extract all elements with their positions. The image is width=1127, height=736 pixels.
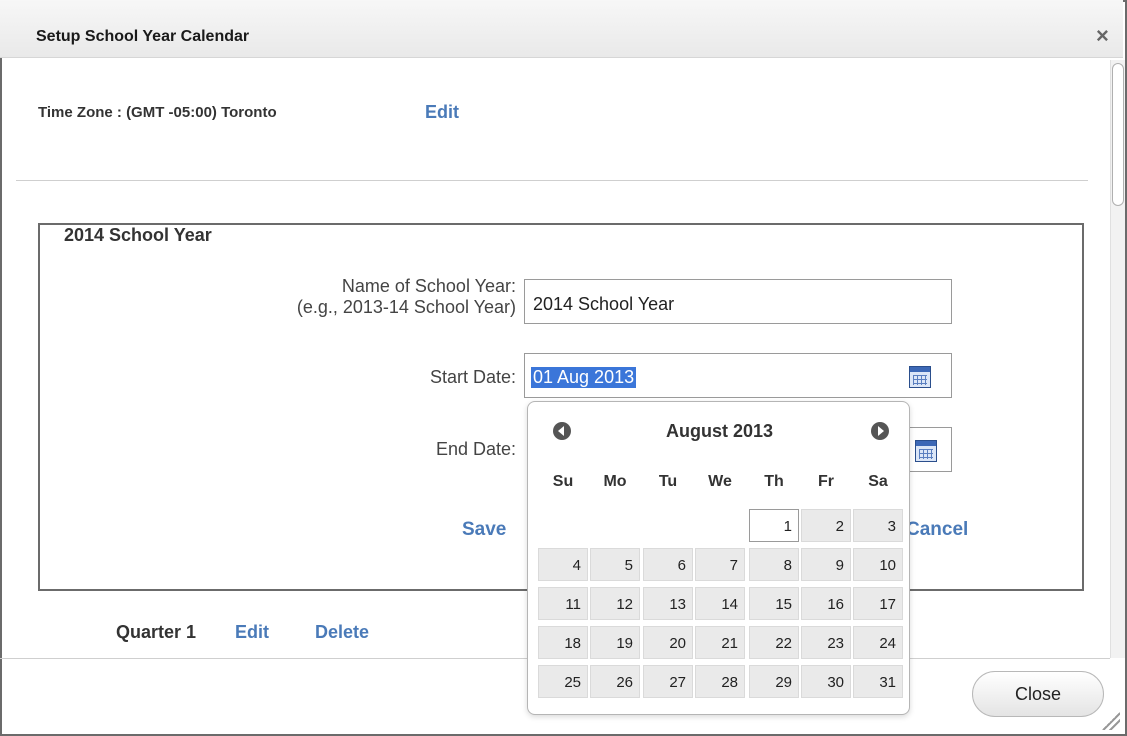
timezone-edit-link[interactable]: Edit bbox=[425, 102, 459, 123]
calendar-day[interactable]: 6 bbox=[643, 548, 693, 581]
divider bbox=[16, 180, 1088, 181]
save-link[interactable]: Save bbox=[462, 519, 506, 541]
weekday-label: Su bbox=[552, 473, 574, 490]
quarter-delete-link[interactable]: Delete bbox=[315, 622, 369, 643]
calendar-day[interactable]: 17 bbox=[853, 587, 903, 620]
quarter-label: Quarter 1 bbox=[116, 622, 197, 642]
calendar-day[interactable]: 2 bbox=[801, 509, 851, 542]
scrollbar-thumb[interactable] bbox=[1112, 63, 1124, 206]
calendar-day[interactable]: 30 bbox=[801, 665, 851, 698]
cancel-link[interactable]: Cancel bbox=[906, 519, 968, 541]
calendar-day[interactable]: 28 bbox=[695, 665, 745, 698]
start-date-value: 01 Aug 2013 bbox=[531, 367, 637, 388]
quarter-edit-link[interactable]: Edit bbox=[235, 622, 269, 643]
next-month-icon[interactable] bbox=[871, 422, 889, 440]
timezone-label: Time Zone : (GMT -05:00) Toronto bbox=[38, 104, 277, 121]
calendar-day[interactable]: 18 bbox=[538, 626, 588, 659]
calendar-day[interactable]: 16 bbox=[801, 587, 851, 620]
calendar-day[interactable]: 12 bbox=[590, 587, 640, 620]
calendar-day[interactable]: 29 bbox=[749, 665, 799, 698]
name-label-hint: (e.g., 2013-14 School Year) bbox=[296, 297, 516, 317]
weekday-label: Th bbox=[764, 473, 784, 490]
calendar-day[interactable]: 14 bbox=[695, 587, 745, 620]
calendar-day[interactable]: 1 bbox=[749, 509, 799, 542]
school-year-legend: 2014 School Year bbox=[58, 225, 218, 246]
calendar-icon[interactable] bbox=[909, 366, 931, 388]
weekday-label: Fr bbox=[818, 473, 834, 490]
calendar-icon[interactable] bbox=[915, 440, 937, 462]
datepicker-month-label: August 2013 bbox=[665, 421, 774, 441]
calendar-day[interactable]: 22 bbox=[749, 626, 799, 659]
calendar-day[interactable]: 23 bbox=[801, 626, 851, 659]
calendar-day[interactable]: 24 bbox=[853, 626, 903, 659]
calendar-day[interactable]: 10 bbox=[853, 548, 903, 581]
name-of-school-year-label: Name of School Year: (e.g., 2013-14 Scho… bbox=[200, 276, 516, 318]
end-date-label: End Date: bbox=[435, 439, 516, 459]
weekday-label: Mo bbox=[603, 473, 627, 490]
school-year-name-input[interactable]: 2014 School Year bbox=[524, 279, 952, 324]
start-date-label: Start Date: bbox=[429, 367, 516, 387]
calendar-day[interactable]: 8 bbox=[749, 548, 799, 581]
close-icon[interactable]: × bbox=[1096, 25, 1109, 47]
close-button[interactable]: Close bbox=[972, 671, 1104, 717]
calendar-day[interactable]: 3 bbox=[853, 509, 903, 542]
calendar-day[interactable]: 4 bbox=[538, 548, 588, 581]
weekday-label: Sa bbox=[868, 473, 888, 490]
calendar-day[interactable]: 9 bbox=[801, 548, 851, 581]
calendar-day[interactable]: 7 bbox=[695, 548, 745, 581]
calendar-day[interactable]: 5 bbox=[590, 548, 640, 581]
calendar-day[interactable]: 31 bbox=[853, 665, 903, 698]
calendar-day[interactable]: 21 bbox=[695, 626, 745, 659]
calendar-day[interactable]: 19 bbox=[590, 626, 640, 659]
start-date-input[interactable]: 01 Aug 2013 bbox=[524, 353, 952, 398]
dialog-title: Setup School Year Calendar bbox=[36, 28, 250, 45]
calendar-day[interactable]: 13 bbox=[643, 587, 693, 620]
dialog-titlebar: Setup School Year Calendar × bbox=[0, 0, 1123, 58]
resize-grip-icon[interactable] bbox=[1100, 710, 1120, 730]
weekday-label: We bbox=[708, 473, 732, 490]
calendar-day[interactable]: 26 bbox=[590, 665, 640, 698]
calendar-day[interactable]: 25 bbox=[538, 665, 588, 698]
calendar-day[interactable]: 20 bbox=[643, 626, 693, 659]
weekday-label: Tu bbox=[658, 473, 678, 490]
name-label-text: Name of School Year: bbox=[341, 276, 516, 296]
calendar-day[interactable]: 27 bbox=[643, 665, 693, 698]
datepicker-popup: August 2013 Su Mo Tu We Th Fr Sa 1 2 3 4 5 6 7 8 9 10 11… bbox=[527, 401, 910, 715]
calendar-day[interactable]: 15 bbox=[749, 587, 799, 620]
calendar-day[interactable]: 11 bbox=[538, 587, 588, 620]
